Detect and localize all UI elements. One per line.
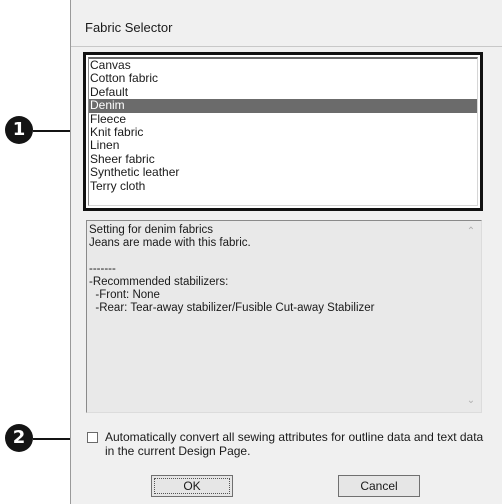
chevron-up-icon[interactable]: ⌃ [465,227,477,237]
fabric-list-item[interactable]: Linen [89,138,477,152]
fabric-list: Canvas Cotton fabric Default Denim Fleece Kni… [89,59,477,193]
callout-1: 1 [5,116,33,144]
fabric-list-item[interactable]: Cotton fabric [89,71,477,85]
description-line: ------- [89,263,116,275]
fabric-list-item[interactable]: Terry cloth [89,179,477,193]
callout-2: 2 [5,424,33,452]
ok-button[interactable]: OK [151,475,233,497]
fabric-selector-dialog: Fabric Selector Canvas Cotton fabric Defau… [70,0,502,504]
title-divider [71,46,502,47]
auto-convert-checkbox[interactable] [87,432,98,443]
description-line: Jeans are made with this fabric. [89,237,251,249]
fabric-description-text: Setting for denim fabrics Jeans are made … [89,224,461,315]
fabric-list-item[interactable]: Denim [89,98,477,113]
description-line [89,250,461,263]
auto-convert-option[interactable]: Automatically convert all sewing attribu… [85,430,485,462]
auto-convert-label: Automatically convert all sewing attribu… [105,430,484,458]
fabric-description-box[interactable]: Setting for denim fabrics Jeans are made … [86,220,482,413]
fabric-list-item[interactable]: Canvas [89,59,477,72]
chevron-down-icon[interactable]: ⌄ [465,396,477,406]
fabric-list-item[interactable]: Fleece [89,112,477,126]
description-line: -Recommended stabilizers: [89,276,229,288]
description-line: Setting for denim fabrics [89,224,214,236]
fabric-list-item[interactable]: Sheer fabric [89,152,477,166]
description-line: -Rear: Tear-away stabilizer/Fusible Cut-… [89,302,375,314]
fabric-list-item[interactable]: Knit fabric [89,125,477,139]
cancel-button[interactable]: Cancel [338,475,420,497]
description-line: -Front: None [89,289,160,301]
fabric-list-item[interactable]: Synthetic leather [89,165,477,179]
fabric-list-highlight: Canvas Cotton fabric Default Denim Fleece Kni… [83,52,483,211]
dialog-title: Fabric Selector [85,20,173,35]
fabric-list-item[interactable]: Default [89,85,477,99]
fabric-listbox[interactable]: Canvas Cotton fabric Default Denim Fleece Kni… [88,57,478,206]
